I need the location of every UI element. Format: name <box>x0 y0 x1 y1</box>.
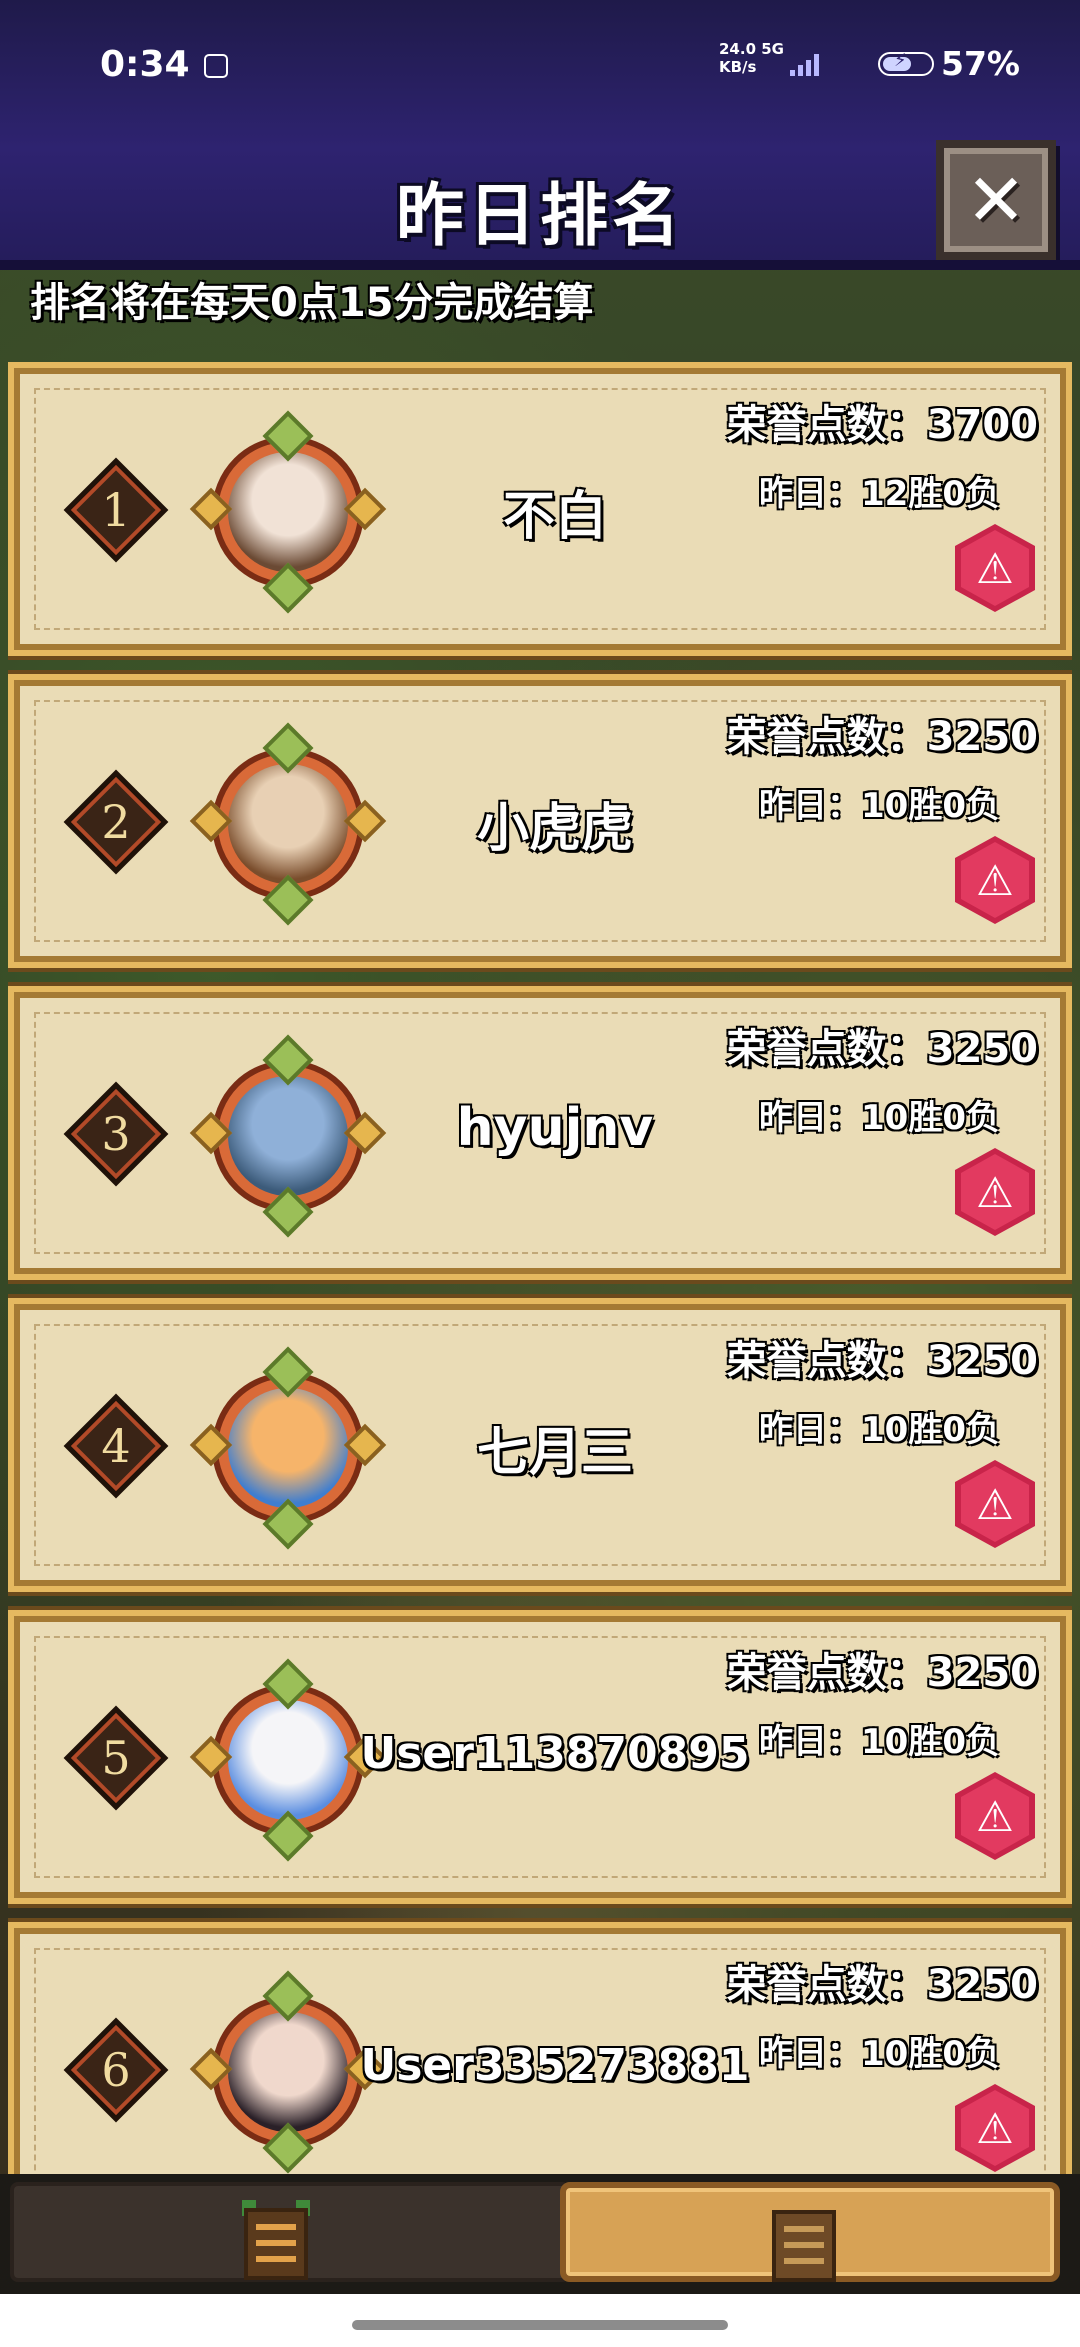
yesterday-record: 昨日：10胜0负 <box>759 2034 1000 2074</box>
yesterday-record: 昨日：10胜0负 <box>759 1722 1000 1762</box>
yesterday-record: 昨日：12胜0负 <box>759 474 1000 514</box>
rank-badge: 5 <box>63 1705 169 1811</box>
player-name: 不白 <box>502 487 607 547</box>
report-button[interactable]: ⚠ <box>955 2084 1035 2172</box>
avatar <box>228 1076 348 1196</box>
rank-badge: 4 <box>63 1393 169 1499</box>
net-speed-value: 24.0 <box>719 40 757 58</box>
rank-number: 6 <box>101 2043 131 2097</box>
honor-points: 荣誉点数：3700 <box>726 402 1038 448</box>
ranking-card: 1 不白 荣誉点数：3700 昨日：12胜0负 ⚠ <box>14 368 1066 650</box>
page-title: 昨日排名 <box>395 177 684 256</box>
header-bar: 0:34 24.0 5G KB/s 57% 昨日排名 ✕ <box>0 0 1080 270</box>
ranking-card: 2 小虎虎 荣誉点数：3250 昨日：10胜0负 ⚠ <box>14 680 1066 962</box>
report-button[interactable]: ⚠ <box>955 1772 1035 1860</box>
avatar <box>228 764 348 884</box>
honor-points: 荣誉点数：3250 <box>726 1650 1038 1696</box>
notification-icon <box>204 54 228 78</box>
ranking-card: 5 User113870895 荣誉点数：3250 昨日：10胜0负 ⚠ <box>14 1616 1066 1898</box>
warning-icon: ⚠ <box>976 1479 1014 1529</box>
report-button[interactable]: ⚠ <box>955 1148 1035 1236</box>
player-name: User113870895 <box>360 1728 750 1779</box>
yesterday-record: 昨日：10胜0负 <box>759 1098 1000 1138</box>
honor-points: 荣誉点数：3250 <box>726 1338 1038 1384</box>
tab-daily-ranking[interactable] <box>10 2182 570 2282</box>
rank-badge: 1 <box>63 457 169 563</box>
warning-icon: ⚠ <box>976 2103 1014 2153</box>
report-button[interactable]: ⚠ <box>955 1460 1035 1548</box>
status-bar: 0:34 24.0 5G KB/s 57% <box>100 40 1020 94</box>
board-icon <box>766 2202 842 2288</box>
ranking-card: 3 hyujnv 荣誉点数：3250 昨日：10胜0负 ⚠ <box>14 992 1066 1274</box>
net-speed-unit: KB/s <box>719 58 757 76</box>
player-name: 七月三 <box>476 1423 633 1483</box>
battery-icon <box>878 50 934 76</box>
signal-icon <box>790 52 824 76</box>
rank-badge: 6 <box>63 2017 169 2123</box>
player-name: User335273881 <box>360 2040 750 2091</box>
battery-percent: 57% <box>941 44 1020 83</box>
close-button[interactable]: ✕ <box>936 140 1056 260</box>
rank-number: 1 <box>101 483 131 537</box>
bottom-tab-bar <box>0 2174 1080 2294</box>
player-name: 小虎虎 <box>476 799 633 859</box>
honor-points: 荣誉点数：3250 <box>726 1962 1038 2008</box>
report-button[interactable]: ⚠ <box>955 836 1035 924</box>
status-time: 0:34 <box>100 44 190 85</box>
rank-badge: 3 <box>63 1081 169 1187</box>
ranking-list[interactable]: 1 不白 荣誉点数：3700 昨日：12胜0负 ⚠ 2 小虎虎 荣誉点数：325… <box>8 362 1072 2174</box>
yesterday-record: 昨日：10胜0负 <box>759 1410 1000 1450</box>
ranking-card: 4 七月三 荣誉点数：3250 昨日：10胜0负 ⚠ <box>14 1304 1066 1586</box>
avatar <box>228 452 348 572</box>
avatar <box>228 1388 348 1508</box>
avatar <box>228 1700 348 1820</box>
player-name: hyujnv <box>456 1098 654 1158</box>
yesterday-record: 昨日：10胜0负 <box>759 786 1000 826</box>
rank-number: 2 <box>101 795 131 849</box>
home-indicator[interactable] <box>352 2320 728 2330</box>
report-button[interactable]: ⚠ <box>955 524 1035 612</box>
rank-number: 3 <box>101 1107 131 1161</box>
rank-badge: 2 <box>63 769 169 875</box>
warning-icon: ⚠ <box>976 543 1014 593</box>
warning-icon: ⚠ <box>976 1167 1014 1217</box>
net-type: 5G <box>761 40 784 58</box>
rank-number: 5 <box>101 1731 131 1785</box>
board-icon <box>238 2200 314 2286</box>
ranking-card: 6 User335273881 荣誉点数：3250 昨日：10胜0负 ⚠ <box>14 1928 1066 2174</box>
tab-yesterday-ranking[interactable] <box>560 2182 1060 2282</box>
warning-icon: ⚠ <box>976 1791 1014 1841</box>
honor-points: 荣誉点数：3250 <box>726 714 1038 760</box>
honor-points: 荣誉点数：3250 <box>726 1026 1038 1072</box>
avatar <box>228 2012 348 2132</box>
close-icon: ✕ <box>965 158 1027 242</box>
warning-icon: ⚠ <box>976 855 1014 905</box>
settlement-notice: 排名将在每天0点15分完成结算 <box>30 280 594 326</box>
rank-number: 4 <box>101 1419 131 1473</box>
network-speed: 24.0 5G KB/s <box>719 40 784 76</box>
